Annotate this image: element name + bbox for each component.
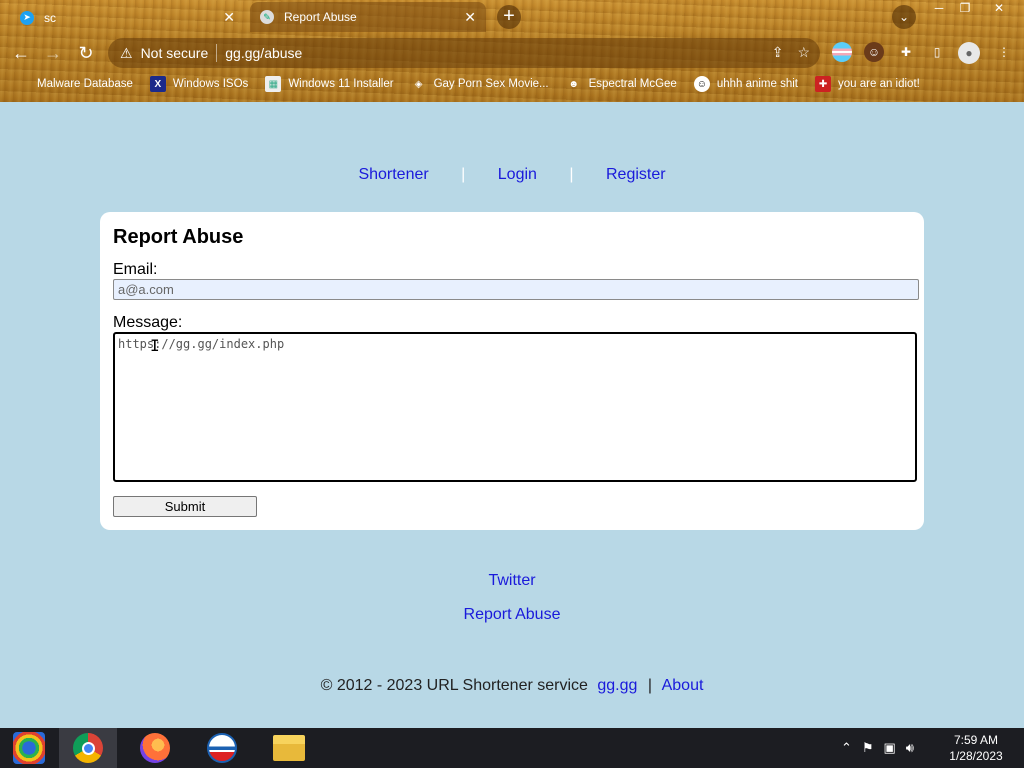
taskbar: ⌃ ⚑ ▣ 🔊︎ 7:59 AM 1/28/2023 (0, 728, 1024, 768)
email-field[interactable] (113, 279, 919, 300)
browser-chrome: ➤ sc ✕ ✎ Report Abuse ✕ + ⌄ ─ ❐ ✕ ← → ↻ … (0, 0, 1024, 102)
tab-title: Report Abuse (284, 10, 357, 24)
action-center-flag-icon[interactable]: ⚑ (862, 740, 874, 756)
nav-shortener-link[interactable]: Shortener (358, 166, 428, 183)
chrome-icon (73, 733, 103, 763)
cube-icon: ◈ (414, 78, 423, 90)
tab-sc[interactable]: ➤ sc ✕ (10, 4, 245, 31)
network-icon[interactable]: ▣ (884, 740, 896, 756)
show-hidden-icons-chevron-icon[interactable]: ⌃ (841, 740, 852, 756)
tab-close-icon[interactable]: ✕ (464, 9, 476, 26)
email-label: Email: (113, 261, 158, 278)
omnibox-actions: ⇪ ☆ (772, 44, 810, 61)
bookmarks-bar: Malware Database X Windows ISOs ▦ Window… (0, 72, 1024, 96)
maximize-button[interactable]: ❐ (952, 0, 978, 18)
flag-extension-icon[interactable] (832, 42, 852, 62)
bookmark-label: Gay Porn Sex Movie... (433, 78, 549, 90)
page-favicon-icon: ✎ (260, 10, 274, 24)
footer-separator: | (647, 677, 653, 694)
bookmark-label: Windows ISOs (172, 78, 249, 90)
page-title: Report Abuse (113, 226, 244, 248)
windows-start-icon (13, 732, 45, 764)
back-arrow-icon[interactable]: ← (8, 40, 34, 66)
profile-icon[interactable]: ● (958, 42, 980, 64)
address-bar[interactable]: ⚠ Not secure gg.gg/abuse ⇪ ☆ (108, 38, 820, 68)
site-link[interactable]: gg.gg (597, 677, 637, 694)
bookmark-windows-isos[interactable]: X Windows ISOs (149, 76, 249, 92)
anime-face-icon: ☺ (693, 76, 710, 92)
clock-time: 7:59 AM (953, 733, 999, 747)
face-icon: ☻ (568, 78, 579, 90)
bookmark-anime[interactable]: ☺ uhhh anime shit (693, 76, 799, 92)
nav-separator: | (569, 166, 574, 183)
about-link[interactable]: About (662, 677, 704, 694)
copyright-text: © 2012 - 2023 URL Shortener service (320, 677, 588, 694)
firefox-taskbar-button[interactable] (126, 728, 184, 768)
system-tray: ⌃ ⚑ ▣ 🔊︎ (841, 740, 914, 756)
bookmark-espectral-mcgee[interactable]: ☻ Espectral McGee (566, 76, 677, 92)
bookmark-label: Malware Database (37, 78, 133, 90)
close-window-button[interactable]: ✕ (986, 0, 1012, 18)
chrome-taskbar-button[interactable] (59, 728, 117, 768)
report-abuse-card: Report Abuse Email: Message: https://gg.… (100, 212, 924, 530)
warning-icon: ⚠ (120, 44, 133, 61)
telegram-favicon-icon: ➤ (20, 10, 34, 25)
bookmark-label: uhhh anime shit (716, 78, 799, 90)
copyright-footer: © 2012 - 2023 URL Shortener service gg.g… (0, 677, 1024, 695)
tab-close-icon[interactable]: ✕ (223, 9, 235, 26)
twitter-link[interactable]: Twitter (0, 572, 1024, 590)
obama-taskbar-button[interactable] (193, 728, 251, 768)
obama-logo-icon (207, 733, 237, 763)
avatar-extension-icon[interactable]: ☺ (864, 42, 884, 62)
bookmark-gay-porn-sex-movie[interactable]: ◈ Gay Porn Sex Movie... (411, 76, 549, 92)
tab-title: sc (44, 10, 56, 25)
submit-button[interactable]: Submit (113, 496, 257, 517)
image-icon: ▦ (265, 76, 282, 92)
sidepanel-icon[interactable]: ▯ (927, 42, 947, 62)
nav-register-link[interactable]: Register (606, 166, 666, 183)
url-text[interactable]: gg.gg/abuse (225, 45, 302, 61)
bookmark-windows-11-installer[interactable]: ▦ Windows 11 Installer (265, 76, 394, 92)
folder-icon (273, 735, 305, 761)
start-button[interactable] (0, 728, 58, 768)
nav-separator: | (461, 166, 466, 183)
share-icon[interactable]: ⇪ (772, 44, 784, 61)
tab-report-abuse[interactable]: ✎ Report Abuse ✕ (250, 2, 486, 32)
extensions-icon[interactable]: ✚ (896, 42, 916, 62)
uk-flag-icon: ✚ (815, 76, 832, 92)
bookmark-malware-database[interactable]: Malware Database (14, 76, 133, 92)
tab-search-chevron-icon[interactable]: ⌄ (892, 5, 916, 29)
menu-dots-icon[interactable]: ⋮ (994, 42, 1014, 62)
forward-arrow-icon[interactable]: → (40, 40, 66, 66)
security-label[interactable]: Not secure (141, 45, 209, 61)
clock-date: 1/28/2023 (949, 749, 1003, 763)
message-label: Message: (113, 314, 183, 331)
bookmark-label: you are an idiot! (838, 78, 920, 90)
text-cursor-icon: I (150, 336, 160, 355)
divider (216, 44, 218, 62)
new-tab-button[interactable]: + (497, 5, 521, 29)
top-navigation: Shortener | Login | Register (0, 166, 1024, 184)
message-textarea[interactable]: https://gg.gg/index.php (113, 332, 917, 482)
firefox-icon (140, 733, 170, 763)
clock[interactable]: 7:59 AM 1/28/2023 (944, 732, 1008, 764)
minimize-button[interactable]: ─ (926, 0, 952, 18)
nav-login-link[interactable]: Login (498, 166, 537, 183)
volume-icon[interactable]: 🔊︎ (906, 740, 914, 756)
reload-icon[interactable]: ↻ (73, 40, 99, 66)
bookmark-you-are-an-idiot[interactable]: ✚ you are an idiot! (815, 76, 920, 92)
file-explorer-taskbar-button[interactable] (260, 728, 318, 768)
star-icon[interactable]: ☆ (797, 44, 810, 61)
x-logo-icon: X (149, 76, 166, 92)
bookmark-label: Windows 11 Installer (288, 78, 394, 90)
bookmark-label: Espectral McGee (588, 78, 677, 90)
folder-icon (14, 76, 30, 92)
report-abuse-link[interactable]: Report Abuse (0, 606, 1024, 624)
